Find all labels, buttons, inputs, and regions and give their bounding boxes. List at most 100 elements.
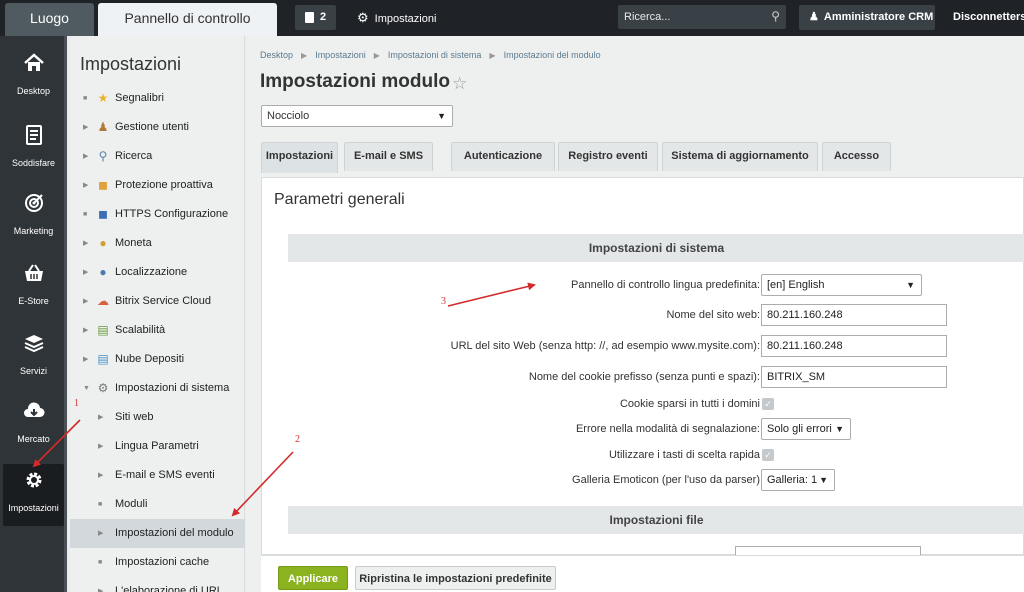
nav-soddisfare-label: Soddisfare: [11, 158, 56, 168]
bullet-icon: ■: [98, 559, 103, 566]
sidebar-item-gestione-utenti[interactable]: ▶ ♟ Gestione utenti: [70, 113, 245, 142]
notifications-button[interactable]: 2: [295, 5, 336, 30]
cookie-prefix-label: Nome del cookie prefisso (senza punti e …: [528, 371, 760, 383]
sidebar-item-email-sms-eventi[interactable]: ▶ E-mail e SMS eventi: [70, 461, 245, 490]
user-menu-button[interactable]: ♟ Amministratore CRM: [799, 5, 935, 30]
user-icon: ♟: [97, 120, 109, 134]
sidebar-item-siti-web[interactable]: ▶ Siti web: [70, 403, 245, 432]
sidebar-item-moduli[interactable]: ■ Moduli: [70, 490, 245, 519]
sidebar-item-label: Moneta: [115, 237, 152, 249]
nav-impostazioni[interactable]: Impostazioni: [3, 464, 64, 526]
language-select[interactable]: [en] English ▼: [761, 274, 922, 296]
lock-icon: ◼: [98, 207, 108, 221]
field-row-cookie-domains: Cookie sparsi in tutti i domini ✓: [288, 393, 1024, 415]
settings-sidebar: Impostazioni ■ ★ Segnalibri ▶ ♟ Gestione…: [70, 36, 245, 592]
tab-luogo[interactable]: Luogo: [5, 3, 94, 36]
tab-impostazioni[interactable]: Impostazioni: [261, 142, 338, 173]
breadcrumb-item[interactable]: Desktop: [260, 50, 293, 60]
site-name-input[interactable]: [761, 304, 947, 326]
tab-registro-eventi[interactable]: Registro eventi: [558, 142, 658, 171]
nav-servizi-label: Servizi: [19, 366, 47, 376]
apply-button[interactable]: Applicare: [278, 566, 348, 590]
sidebar-item-localizzazione[interactable]: ▶ ● Localizzazione: [70, 258, 245, 287]
nav-desktop[interactable]: Desktop: [3, 52, 64, 96]
site-url-input[interactable]: [761, 335, 947, 357]
sidebar-item-impostazioni-cache[interactable]: ■ Impostazioni cache: [70, 548, 245, 577]
emoticon-select-value: Galleria: 1: [767, 474, 818, 486]
notification-icon: [305, 12, 314, 23]
expand-arrow-icon[interactable]: ▶: [98, 403, 103, 432]
tab-pannello-di-controllo[interactable]: Pannello di controllo: [98, 3, 277, 36]
expand-arrow-icon[interactable]: ▶: [98, 577, 103, 592]
expand-arrow-icon[interactable]: ▶: [83, 258, 88, 287]
expand-arrow-icon[interactable]: ▶: [98, 519, 103, 548]
favorite-star-icon[interactable]: ☆: [452, 74, 467, 94]
chevron-down-icon: ▼: [835, 424, 844, 434]
sidebar-item-ricerca[interactable]: ▶ ⚲ Ricerca: [70, 142, 245, 171]
sidebar-item-elaborazione-url[interactable]: ▶ L'elaborazione di URL: [70, 577, 245, 592]
breadcrumb-item[interactable]: Impostazioni: [315, 50, 366, 60]
sidebar-item-label: Scalabilità: [115, 324, 166, 336]
language-select-value: [en] English: [767, 279, 825, 291]
field-row-error-mode: Errore nella modalità di segnalazione: S…: [288, 418, 1024, 440]
sidebar-item-https[interactable]: ■ ◼ HTTPS Configurazione: [70, 200, 245, 229]
field-row-cookie-prefix: Nome del cookie prefisso (senza punti e …: [288, 366, 1024, 388]
sidebar-item-label: Gestione utenti: [115, 121, 189, 133]
collapse-arrow-icon[interactable]: ▼: [83, 374, 90, 403]
expand-arrow-icon[interactable]: ▶: [98, 461, 103, 490]
gear-icon: ⚙: [97, 381, 109, 395]
expand-arrow-icon[interactable]: ▶: [98, 432, 103, 461]
nav-marketing[interactable]: Marketing: [3, 192, 64, 236]
expand-arrow-icon[interactable]: ▶: [83, 287, 88, 316]
nav-servizi[interactable]: Servizi: [3, 332, 64, 376]
error-mode-label: Errore nella modalità di segnalazione:: [575, 423, 760, 435]
reset-defaults-button[interactable]: Ripristina le impostazioni predefinite: [355, 566, 556, 590]
expand-arrow-icon[interactable]: ▶: [83, 113, 88, 142]
nav-mercato[interactable]: Mercato: [3, 400, 64, 444]
sidebar-item-label: Ricerca: [115, 150, 153, 162]
main-content: Desktop ▶ Impostazioni ▶ Impostazioni di sis…: [246, 36, 1024, 592]
site-select[interactable]: Nocciolo ▼: [261, 105, 453, 127]
sidebar-item-protezione-proattiva[interactable]: ▶ ◼ Protezione proattiva: [70, 171, 245, 200]
error-mode-select[interactable]: Solo gli errori ▼: [761, 418, 851, 440]
expand-arrow-icon[interactable]: ▶: [83, 171, 88, 200]
sidebar-item-bitrix-service-cloud[interactable]: ▶ ☁ Bitrix Service Cloud: [70, 287, 245, 316]
nav-estore[interactable]: E-Store: [3, 262, 64, 306]
sidebar-item-nube-depositi[interactable]: ▶ ▤ Nube Depositi: [70, 345, 245, 374]
sidebar-item-scalabilita[interactable]: ▶ ▤ Scalabilità: [70, 316, 245, 345]
search-icon[interactable]: ⚲: [771, 9, 780, 23]
sidebar-item-label: HTTPS Configurazione: [115, 208, 229, 220]
layers-icon: [3, 332, 64, 360]
search-box: ⚲: [618, 5, 786, 29]
sidebar-item-segnalibri[interactable]: ■ ★ Segnalibri: [70, 84, 245, 113]
user-icon: ♟: [809, 11, 819, 23]
cookie-prefix-input[interactable]: [761, 366, 947, 388]
expand-arrow-icon[interactable]: ▶: [83, 229, 88, 258]
tab-autenticazione[interactable]: Autenticazione: [451, 142, 555, 171]
sidebar-item-impostazioni-di-sistema[interactable]: ▼ ⚙ Impostazioni di sistema: [70, 374, 245, 403]
nav-soddisfare[interactable]: Soddisfare: [3, 124, 64, 168]
logout-link[interactable]: Disconnettersi: [953, 5, 1024, 30]
expand-arrow-icon[interactable]: ▶: [83, 345, 88, 374]
sidebar-item-moneta[interactable]: ▶ ● Moneta: [70, 229, 245, 258]
hotkeys-checkbox[interactable]: ✓: [762, 449, 774, 461]
search-input[interactable]: [618, 5, 758, 29]
breadcrumb-item[interactable]: Impostazioni del modulo: [504, 50, 601, 60]
tab-accesso[interactable]: Accesso: [822, 142, 891, 171]
expand-arrow-icon[interactable]: ▶: [83, 142, 88, 171]
shield-icon: ◼: [98, 178, 108, 192]
breadcrumb-item[interactable]: Impostazioni di sistema: [388, 50, 482, 60]
tab-email-sms[interactable]: E-mail e SMS: [344, 142, 433, 171]
gear-icon: ⚙: [357, 10, 369, 25]
sidebar-item-impostazioni-del-modulo[interactable]: ▶ Impostazioni del modulo: [70, 519, 245, 548]
field-row-hotkeys: Utilizzare i tasti di scelta rapida ✓: [288, 444, 1024, 466]
chevron-down-icon: ▼: [906, 280, 915, 290]
emoticon-select[interactable]: Galleria: 1 ▼: [761, 469, 835, 491]
expand-arrow-icon[interactable]: ▶: [83, 316, 88, 345]
action-bar: Applicare Ripristina le impostazioni pre…: [261, 555, 1024, 592]
settings-link[interactable]: ⚙ Impostazioni: [357, 5, 436, 30]
tab-sistema-aggiornamento[interactable]: Sistema di aggiornamento: [662, 142, 818, 171]
cookie-domains-checkbox[interactable]: ✓: [762, 398, 774, 410]
sidebar-item-lingua-parametri[interactable]: ▶ Lingua Parametri: [70, 432, 245, 461]
sidebar-item-label: Impostazioni cache: [115, 556, 210, 568]
